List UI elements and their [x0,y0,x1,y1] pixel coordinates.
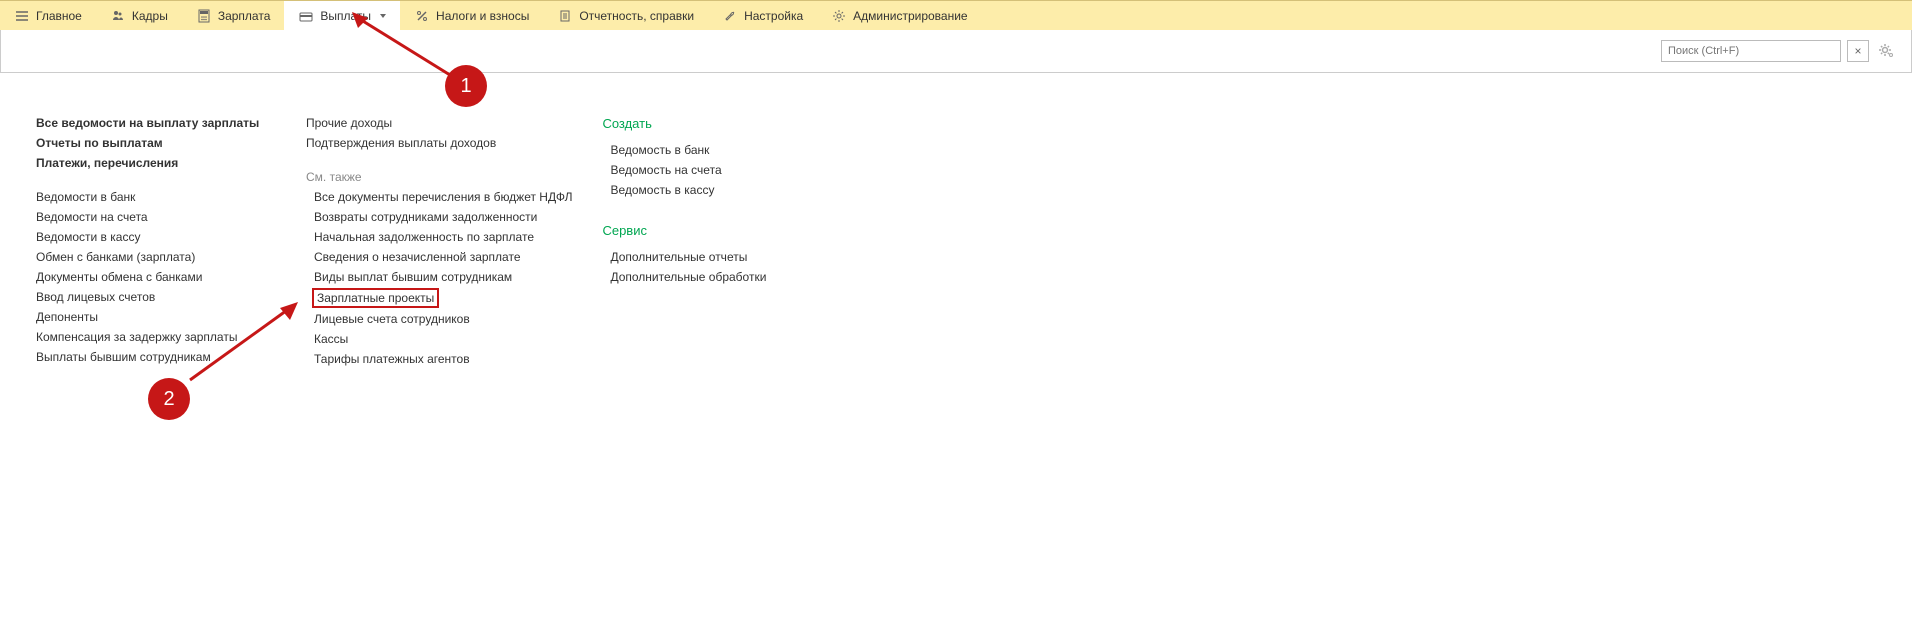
people-icon [110,8,126,24]
link-reports[interactable]: Отчеты по выплатам [36,133,276,153]
link-payments[interactable]: Платежи, перечисления [36,153,276,173]
nav-label: Настройка [744,9,803,23]
annotation-marker-2: 2 [148,378,190,420]
menu-content: Все ведомости на выплату зарплаты Отчеты… [0,73,1912,369]
settings-button[interactable] [1875,40,1897,62]
nav-label: Налоги и взносы [436,9,529,23]
see-also-label: См. также [306,167,572,187]
link-nachalnaya[interactable]: Начальная задолженность по зарплате [314,227,572,247]
report-icon [557,8,573,24]
nav-zarplata[interactable]: Зарплата [182,1,285,30]
link-svedeniya[interactable]: Сведения о незачисленной зарплате [314,247,572,267]
link-vvod-schetov[interactable]: Ввод лицевых счетов [36,287,276,307]
nav-vyplaty[interactable]: Выплаты [284,1,400,30]
chevron-down-icon [380,14,386,18]
nav-label: Кадры [132,9,168,23]
nav-main[interactable]: Главное [0,1,96,30]
link-prochie-dohody[interactable]: Прочие доходы [306,113,572,133]
link-dop-obrabotki[interactable]: Дополнительные обработки [610,267,842,287]
gear-icon [1877,42,1895,60]
link-docs-obmen[interactable]: Документы обмена с банками [36,267,276,287]
link-create-vedomost-bank[interactable]: Ведомость в банк [610,140,842,160]
link-dop-otchety[interactable]: Дополнительные отчеты [610,247,842,267]
search-input[interactable] [1661,40,1841,62]
nav-label: Отчетность, справки [579,9,694,23]
close-icon: × [1854,44,1861,58]
wallet-icon [298,8,314,24]
link-tarify[interactable]: Тарифы платежных агентов [314,349,572,369]
nav-nalogi[interactable]: Налоги и взносы [400,1,543,30]
nav-label: Главное [36,9,82,23]
link-deponenty[interactable]: Депоненты [36,307,276,327]
link-kompensaciya[interactable]: Компенсация за задержку зарплаты [36,327,276,347]
link-vedomosti-bank[interactable]: Ведомости в банк [36,187,276,207]
gear-icon [831,8,847,24]
link-kassy[interactable]: Кассы [314,329,572,349]
service-section-header: Сервис [602,220,842,241]
link-vozvraty[interactable]: Возвраты сотрудниками задолженности [314,207,572,227]
link-vidy-vyplat[interactable]: Виды выплат бывшим сотрудникам [314,267,572,287]
nav-label: Выплаты [320,9,371,23]
nav-kadry[interactable]: Кадры [96,1,182,30]
percent-icon [414,8,430,24]
column-3: Создать Ведомость в банк Ведомость на сч… [602,113,842,369]
column-2: Прочие доходы Подтверждения выплаты дохо… [306,113,572,369]
link-vedomosti-scheta[interactable]: Ведомости на счета [36,207,276,227]
toolbar: × [0,30,1912,73]
nav-label: Зарплата [218,9,271,23]
annotation-marker-1: 1 [445,65,487,107]
link-create-vedomost-kassa[interactable]: Ведомость в кассу [610,180,842,200]
menu-icon [14,8,30,24]
nav-nastroyka[interactable]: Настройка [708,1,817,30]
column-1: Все ведомости на выплату зарплаты Отчеты… [36,113,276,369]
link-licevye-scheta[interactable]: Лицевые счета сотрудников [314,309,572,329]
top-navigation: Главное Кадры Зарплата Выплаты Налоги и … [0,0,1912,30]
link-obmen-bank[interactable]: Обмен с банками (зарплата) [36,247,276,267]
nav-otchet[interactable]: Отчетность, справки [543,1,708,30]
link-create-vedomost-scheta[interactable]: Ведомость на счета [610,160,842,180]
nav-label: Администрирование [853,9,967,23]
nav-admin[interactable]: Администрирование [817,1,981,30]
link-vyplaty-byvshim[interactable]: Выплаты бывшим сотрудникам [36,347,276,367]
link-vedomosti-kassa[interactable]: Ведомости в кассу [36,227,276,247]
link-podtverzhdeniya[interactable]: Подтверждения выплаты доходов [306,133,572,153]
link-vse-docs-ndfl[interactable]: Все документы перечисления в бюджет НДФЛ [314,187,572,207]
calc-icon [196,8,212,24]
create-section-header: Создать [602,113,842,134]
link-zarplatnye-proekty[interactable]: Зарплатные проекты [312,288,439,308]
search-clear-button[interactable]: × [1847,40,1869,62]
link-all-vedomosti[interactable]: Все ведомости на выплату зарплаты [36,113,276,133]
wrench-icon [722,8,738,24]
